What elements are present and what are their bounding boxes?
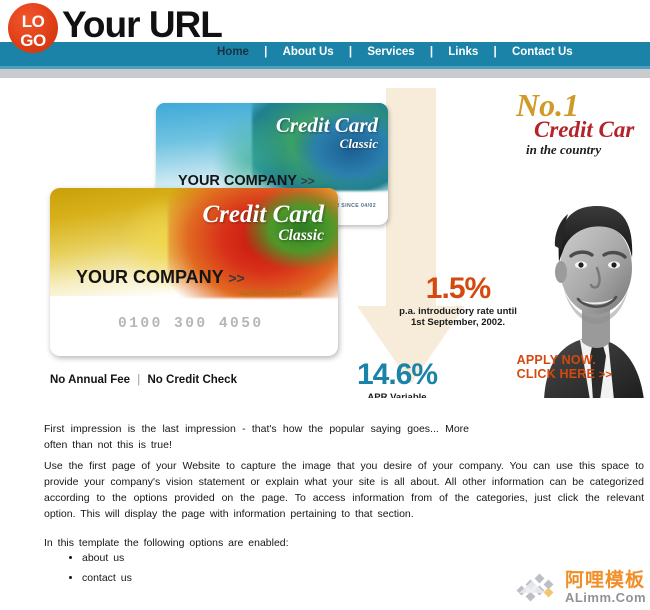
- logo-line1: LO: [21, 12, 45, 31]
- site-header: LO GO Your URL Home | About Us | Service…: [0, 0, 650, 78]
- apply-now-line2-wrap: CLICK HERE >>: [517, 367, 612, 382]
- promo-headline: No.1 Credit Car in the country: [490, 87, 650, 158]
- card-orange-company-text: YOUR COMPANY: [76, 267, 224, 287]
- features-tagline: No Annual Fee | No Credit Check: [50, 374, 237, 386]
- nav-item-home[interactable]: Home: [215, 46, 251, 58]
- card-blue-title: Credit Card Classic: [275, 113, 378, 151]
- logo[interactable]: LO GO: [8, 3, 58, 53]
- nav-separator: |: [493, 46, 497, 58]
- apr-rate-value: 14.6%: [356, 358, 438, 391]
- header-gray-strip: [0, 69, 650, 78]
- apply-now-line1: APPLY NOW.: [516, 353, 596, 367]
- card-orange-number: 0100 300 4050: [118, 316, 264, 332]
- card-orange-title-line1: Credit Card: [202, 201, 324, 228]
- nav-item-about-us[interactable]: About Us: [281, 46, 336, 58]
- watermark-en: ALimm.Com: [564, 590, 646, 605]
- card-blue-chevrons: >>: [300, 174, 315, 188]
- watermark-diamond-icon: [516, 573, 554, 601]
- apply-now-line2: CLICK HERE: [516, 367, 596, 382]
- introductory-rate-block: 1.5% p.a. introductory rate until 1st Se…: [398, 274, 518, 329]
- card-orange-member-since: MEMBER SINCE 04/02: [240, 291, 302, 297]
- promo-line-country: in the country: [526, 142, 602, 158]
- card-blue-title-line1: Credit Card: [275, 113, 378, 137]
- watermark: 阿哩模板 ALimm.Com: [516, 571, 646, 604]
- promo-line-credit-card: Credit Car: [534, 117, 635, 143]
- apply-now-chevrons: >>: [598, 369, 612, 382]
- options-intro-paragraph: In this template the following options a…: [44, 536, 289, 549]
- tagline-no-credit-check: No Credit Check: [147, 374, 237, 386]
- intro-paragraph: First impression is the last impression …: [44, 422, 469, 451]
- description-paragraph: Use the first page of your Website to ca…: [44, 459, 644, 521]
- watermark-cn: 阿哩模板: [564, 570, 645, 591]
- list-item[interactable]: contact us: [82, 570, 132, 586]
- card-orange-company: YOUR COMPANY >>: [76, 267, 245, 288]
- card-orange-chevrons: >>: [228, 270, 245, 286]
- list-item[interactable]: about us: [82, 550, 132, 566]
- card-blue-company: YOUR COMPANY >>: [178, 173, 315, 189]
- introductory-rate-value: 1.5%: [425, 272, 491, 305]
- hero-banner: Credit Card Classic YOUR COMPANY >> MEMB…: [0, 78, 650, 398]
- enabled-options-list: about us contact us: [60, 550, 132, 591]
- introductory-rate-caption: p.a. introductory rate until 1st Septemb…: [399, 306, 517, 328]
- nav-item-contact-us[interactable]: Contact Us: [510, 46, 575, 58]
- promo-line-no1: No.1: [516, 87, 580, 123]
- logo-line2: GO: [20, 31, 46, 50]
- watermark-text: 阿哩模板 ALimm.Com: [565, 571, 646, 604]
- site-title: Your URL: [62, 4, 223, 45]
- card-orange-title-line2: Classic: [278, 227, 324, 244]
- nav-separator: |: [348, 46, 353, 58]
- page-root: LO GO Your URL Home | About Us | Service…: [0, 0, 650, 610]
- card-blue-company-text: YOUR COMPANY: [178, 173, 297, 189]
- tagline-divider: |: [137, 374, 141, 386]
- card-orange-title: Credit Card Classic: [202, 202, 324, 244]
- apply-now-link[interactable]: APPLY NOW. CLICK HERE >>: [517, 353, 612, 382]
- nav-item-links[interactable]: Links: [446, 46, 480, 58]
- tagline-no-annual-fee: No Annual Fee: [50, 374, 131, 386]
- nav-item-services[interactable]: Services: [365, 46, 416, 58]
- apr-rate-block: 14.6% APR Variable: [342, 358, 452, 399]
- apr-rate-caption: APR Variable: [367, 392, 427, 398]
- main-navigation: Home | About Us | Services | Links | Con…: [215, 46, 575, 58]
- card-blue-title-line2: Classic: [339, 136, 378, 151]
- credit-card-orange: Credit Card Classic YOUR COMPANY >> MEMB…: [50, 188, 338, 356]
- nav-separator: |: [264, 46, 268, 58]
- nav-separator: |: [429, 46, 434, 58]
